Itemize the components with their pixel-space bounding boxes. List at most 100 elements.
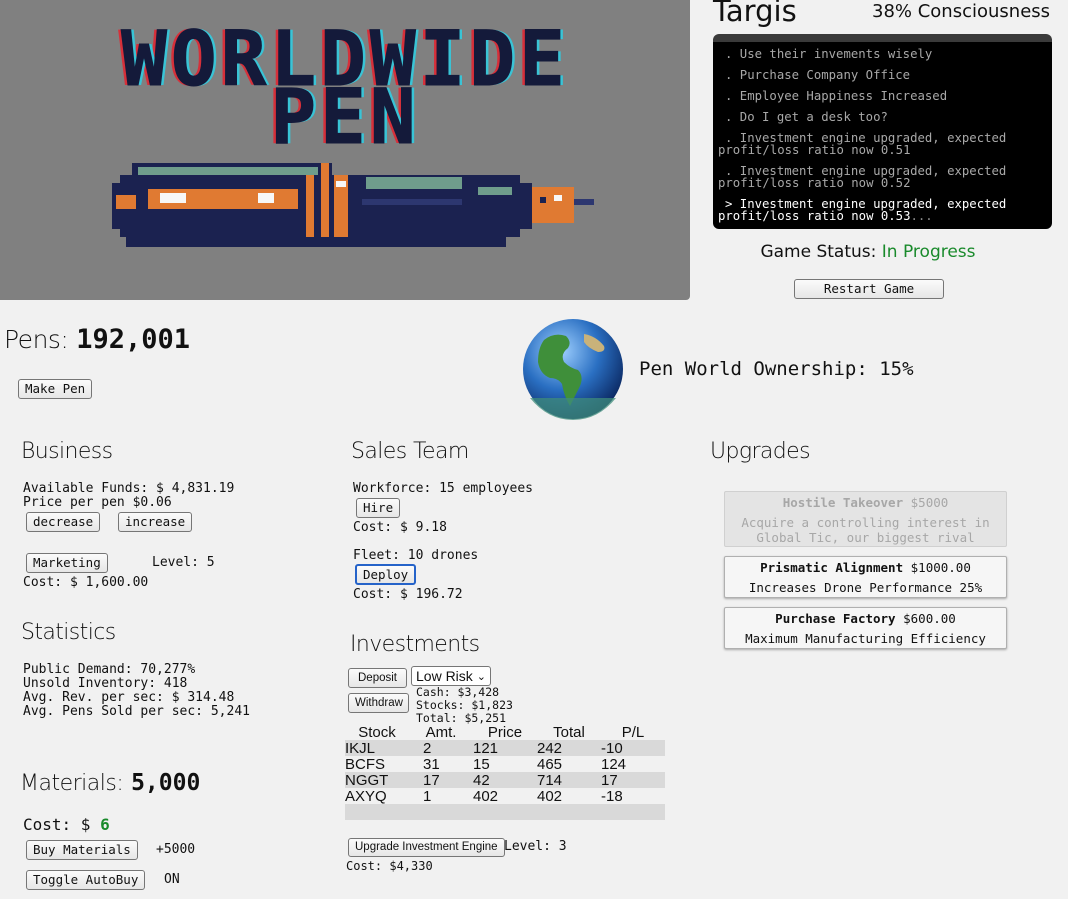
sales-team-title: Sales Team [351,439,469,464]
materials-label: Materials: [20,771,124,796]
console-current-line: > Investment engine upgraded, expected p… [718,198,1046,222]
game-status-label: Game Status: [760,242,877,262]
upgrade-name: Hostile Takeover [782,495,904,510]
upgrade-description: Increases Drone Performance 25% [748,580,983,595]
materials-cost-label: Cost: $ [23,815,91,834]
col-header-amount: Amt. [425,723,457,741]
cell-stock: AXYQ [345,787,387,805]
business-title: Business [21,439,113,464]
upgrades-title: Upgrades [710,439,811,464]
deploy-button[interactable]: Deploy [355,564,417,585]
table-row: IKJL 2 121 242 -10 [345,740,665,756]
upgrade-investment-engine-button[interactable]: Upgrade Investment Engine [348,838,505,857]
table-row: NGGT 17 42 714 17 [345,772,665,788]
console-line: . Employee Happiness Increased [725,89,948,103]
cell-amount: 2 [409,740,473,756]
ai-message-console: . Use their invements wisely . Purchase … [713,34,1052,229]
globe-icon [523,319,623,420]
price-per-pen: Price per pen $0.06 [23,495,172,510]
statistics-title: Statistics [21,620,116,645]
cell-price: 15 [473,755,490,773]
materials-cost: Cost: $ 6 [23,816,110,833]
upgrade-card-hostile-takeover[interactable]: Hostile Takeover $5000 Acquire a control… [724,491,1007,547]
hire-cost: Cost: $ 9.18 [353,520,447,535]
investment-engine-cost: Cost: $4,330 [346,859,433,873]
marketing-button[interactable]: Marketing [26,553,108,573]
materials-count: 5,000 [131,770,201,796]
cell-pl: -18 [601,787,623,805]
cell-amount: 17 [409,772,473,788]
world-ownership: Pen World Ownership: 15% [639,358,914,380]
risk-select[interactable]: Low Risk ⌄ [411,666,491,686]
upgrade-name: Prismatic Alignment [760,560,904,575]
cell-pl: 17 [601,772,665,788]
upgrade-card-purchase-factory[interactable]: Purchase Factory $600.00 Maximum Manufac… [724,607,1007,649]
col-header-total: Total [553,723,585,741]
make-pen-button[interactable]: Make Pen [18,379,93,399]
logo-title-line2: PEN [270,72,420,162]
console-current-text: > Investment engine upgraded, expected p… [718,197,1014,223]
pixel-pen-icon [112,163,594,247]
upgrade-header: Hostile Takeover $5000 [725,495,1006,511]
avg-revenue: Avg. Rev. per sec: $ 314.48 [23,690,235,705]
marketing-level: Level: 5 [152,555,215,570]
autobuy-state: ON [164,872,180,887]
toggle-autobuy-button[interactable]: Toggle AutoBuy [26,870,146,890]
ai-name-title: Targis [713,0,797,28]
increase-price-button[interactable]: increase [118,512,193,532]
cell-price: 402 [473,787,499,805]
col-header-price: Price [487,723,523,741]
buy-materials-button[interactable]: Buy Materials [26,840,138,860]
cell-pl: -10 [601,740,665,756]
cell-amount: 31 [423,755,440,773]
cell-stock: BCFS [345,755,386,773]
public-demand: Public Demand: 70,277% [23,662,196,677]
workforce: Workforce: 15 employees [353,481,534,496]
upgrade-price: $1000.00 [910,560,971,575]
upgrade-description: Maximum Manufacturing Efficiency [745,631,986,646]
materials-counter: Materials: 5,000 [20,770,200,796]
game-status-value: In Progress [881,242,976,262]
game-status: Game Status: In Progress [713,242,1023,262]
consciousness-meter: 38% Consciousness [872,1,1051,22]
cell-total: 242 [537,740,601,756]
stock-table: Stock Amt. Price Total P/L IKJL 2 121 24… [345,724,665,820]
hire-button[interactable]: Hire [356,498,401,518]
console-line: . Investment engine upgraded, expected p… [718,164,1014,190]
avg-pens-sold: Avg. Pens Sold per sec: 5,241 [23,704,250,719]
available-funds: Available Funds: $ 4,831.19 [23,481,235,496]
upgrade-name: Purchase Factory [775,611,896,626]
deploy-cost: Cost: $ 196.72 [353,587,463,602]
upgrade-price: $600.00 [903,611,956,626]
cell-price: 42 [473,772,537,788]
materials-cost-value: 6 [100,815,110,834]
upgrade-header: Purchase Factory $600.00 [725,611,1006,627]
unsold-inventory: Unsold Inventory: 418 [23,676,188,691]
decrease-price-button[interactable]: decrease [26,512,101,532]
col-header-stock: Stock [358,723,396,741]
pen-counter: Pens: 192,001 [4,324,190,355]
deposit-button[interactable]: Deposit [348,668,407,688]
cell-price: 121 [473,740,537,756]
cell-stock: NGGT [345,772,409,788]
console-line: . Use their invements wisely [725,47,933,61]
restart-game-button[interactable]: Restart Game [794,279,944,299]
cell-total: 402 [537,787,563,805]
cell-pl: 124 [601,755,627,773]
upgrade-card-prismatic-alignment[interactable]: Prismatic Alignment $1000.00 Increases D… [724,556,1007,598]
withdraw-button[interactable]: Withdraw [348,693,409,713]
marketing-cost: Cost: $ 1,600.00 [23,575,149,590]
upgrade-header: Prismatic Alignment $1000.00 [725,560,1006,576]
fleet: Fleet: 10 drones [353,548,479,563]
cell-amount: 1 [423,787,432,805]
investments-title: Investments [350,632,480,657]
investment-engine-level: Level: 3 [504,839,567,854]
console-cursor: ... [910,209,933,223]
game-logo-banner: WORLDWIDE WORLDWIDE WORLDWIDE PEN PEN PE… [0,0,690,300]
upgrade-price: $5000 [910,495,949,510]
cell-total: 465 [537,755,563,773]
cell-stock: IKJL [345,740,409,756]
console-line: . Do I get a desk too? [725,110,888,124]
col-header-pl: P/L [621,723,645,741]
chevron-down-icon: ⌄ [476,671,486,683]
